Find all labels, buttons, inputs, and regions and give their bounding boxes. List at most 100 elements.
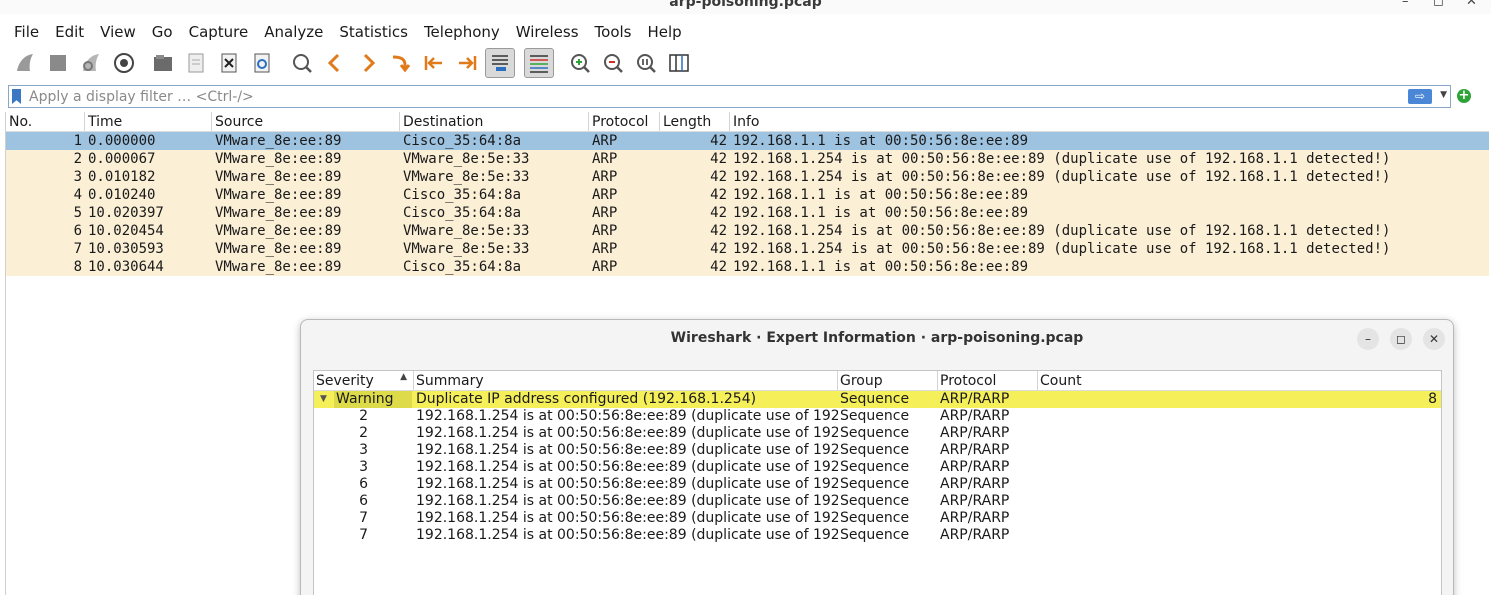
packet-cell-time: 0.000000 bbox=[88, 133, 156, 149]
display-filter-input[interactable] bbox=[29, 87, 1399, 106]
packet-row[interactable]: 8 10.030644 VMware_8e:ee:89 Cisco_35:64:8a A… bbox=[6, 258, 1489, 276]
expert-cell-protocol: ARP/RARP bbox=[940, 527, 1010, 543]
chevron-down-icon[interactable]: ▼ bbox=[1440, 90, 1447, 100]
packet-row[interactable]: 6 10.020454 VMware_8e:ee:89 VMware_8e:5e:33… bbox=[6, 222, 1489, 240]
packet-cell-time: 0.010240 bbox=[88, 187, 156, 203]
go-back-icon[interactable] bbox=[320, 48, 350, 78]
expert-cell-group: Sequence bbox=[840, 459, 910, 475]
column-severity[interactable]: Severity ▲ bbox=[314, 371, 414, 390]
packet-row[interactable]: 1 0.000000 VMware_8e:ee:89 Cisco_35:64:8a AR… bbox=[6, 132, 1489, 150]
column-summary[interactable]: Summary bbox=[414, 371, 838, 390]
column-protocol[interactable]: Protocol bbox=[938, 371, 1038, 390]
expert-packet-row[interactable]: 7 192.168.1.254 is at 00:50:56:8e:ee:89 (… bbox=[314, 527, 1441, 544]
packet-cell-proto: ARP bbox=[592, 205, 618, 221]
expert-packet-row[interactable]: 2 192.168.1.254 is at 00:50:56:8e:ee:89 (… bbox=[314, 408, 1441, 425]
expert-child-rows: 2 192.168.1.254 is at 00:50:56:8e:ee:89 (… bbox=[314, 408, 1441, 544]
warning-group-row[interactable]: ▼ Warning Duplicate IP address configure… bbox=[314, 391, 1441, 408]
expert-packet-row[interactable]: 6 192.168.1.254 is at 00:50:56:8e:ee:89 (… bbox=[314, 476, 1441, 493]
expert-cell-packet: 7 bbox=[359, 510, 368, 526]
expand-arrow-icon[interactable]: ▼ bbox=[320, 391, 327, 408]
dialog-maximize-icon[interactable]: ◻ bbox=[1390, 328, 1412, 350]
normal-size-icon[interactable] bbox=[631, 48, 661, 78]
go-first-packet-icon[interactable] bbox=[419, 48, 449, 78]
bookmark-icon[interactable] bbox=[12, 89, 21, 104]
menu-go[interactable]: Go bbox=[144, 20, 181, 44]
column-destination[interactable]: Destination bbox=[400, 112, 589, 131]
column-no[interactable]: No. bbox=[6, 112, 85, 131]
menu-capture[interactable]: Capture bbox=[181, 20, 257, 44]
packet-cell-info: 192.168.1.254 is at 00:50:56:8e:ee:89 (d… bbox=[733, 223, 1391, 239]
menu-telephony[interactable]: Telephony bbox=[416, 20, 508, 44]
minimize-icon[interactable]: – bbox=[1402, 0, 1409, 9]
packet-cell-dst: VMware_8e:5e:33 bbox=[403, 223, 530, 239]
menu-tools[interactable]: Tools bbox=[587, 20, 640, 44]
capture-options-icon[interactable] bbox=[109, 48, 139, 78]
dialog-minimize-icon[interactable]: – bbox=[1357, 328, 1379, 350]
column-count[interactable]: Count bbox=[1038, 371, 1441, 390]
menu-help[interactable]: Help bbox=[639, 20, 689, 44]
apply-filter-arrow-icon[interactable]: ⇨ bbox=[1408, 89, 1432, 104]
zoom-in-icon[interactable] bbox=[565, 48, 595, 78]
expert-cell-packet: 7 bbox=[359, 527, 368, 543]
packet-cell-src: VMware_8e:ee:89 bbox=[215, 241, 342, 257]
packet-cell-time: 10.030593 bbox=[88, 241, 164, 257]
go-last-packet-icon[interactable] bbox=[452, 48, 482, 78]
column-length[interactable]: Length bbox=[660, 112, 730, 131]
packet-cell-proto: ARP bbox=[592, 169, 618, 185]
expert-cell-protocol: ARP/RARP bbox=[940, 493, 1010, 509]
menu-analyze[interactable]: Analyze bbox=[256, 20, 331, 44]
packet-cell-info: 192.168.1.1 is at 00:50:56:8e:ee:89 bbox=[733, 187, 1029, 203]
expert-packet-row[interactable]: 2 192.168.1.254 is at 00:50:56:8e:ee:89 (… bbox=[314, 425, 1441, 442]
expert-packet-row[interactable]: 3 192.168.1.254 is at 00:50:56:8e:ee:89 (… bbox=[314, 442, 1441, 459]
open-file-icon[interactable] bbox=[148, 48, 178, 78]
expert-cell-group: Sequence bbox=[840, 493, 910, 509]
expert-packet-row[interactable]: 6 192.168.1.254 is at 00:50:56:8e:ee:89 (… bbox=[314, 493, 1441, 510]
column-group[interactable]: Group bbox=[838, 371, 938, 390]
menu-file[interactable]: File bbox=[6, 20, 47, 44]
dialog-close-icon[interactable]: ✕ bbox=[1423, 328, 1445, 350]
packet-cell-no: 6 bbox=[73, 223, 82, 239]
close-icon[interactable]: ✕ bbox=[1466, 0, 1477, 9]
menu-statistics[interactable]: Statistics bbox=[331, 20, 416, 44]
severity-warning-badge: Warning bbox=[334, 391, 412, 408]
reload-file-icon[interactable] bbox=[247, 48, 277, 78]
find-packet-icon[interactable] bbox=[287, 48, 317, 78]
go-to-packet-icon[interactable] bbox=[386, 48, 416, 78]
auto-scroll-icon[interactable] bbox=[485, 48, 515, 78]
expert-info-dialog: Wireshark · Expert Information · arp-poi… bbox=[300, 319, 1454, 595]
packet-cell-proto: ARP bbox=[592, 223, 618, 239]
start-capture-icon[interactable] bbox=[10, 48, 40, 78]
expert-packet-row[interactable]: 7 192.168.1.254 is at 00:50:56:8e:ee:89 (… bbox=[314, 510, 1441, 527]
packet-cell-info: 192.168.1.1 is at 00:50:56:8e:ee:89 bbox=[733, 259, 1029, 275]
packet-cell-dst: Cisco_35:64:8a bbox=[403, 259, 522, 275]
zoom-out-icon[interactable] bbox=[598, 48, 628, 78]
menu-edit[interactable]: Edit bbox=[47, 20, 92, 44]
packet-row[interactable]: 4 0.010240 VMware_8e:ee:89 Cisco_35:64:8a AR… bbox=[6, 186, 1489, 204]
column-time[interactable]: Time bbox=[85, 112, 212, 131]
expert-cell-protocol: ARP/RARP bbox=[940, 459, 1010, 475]
menu-wireless[interactable]: Wireless bbox=[508, 20, 587, 44]
packet-row[interactable]: 3 0.010182 VMware_8e:ee:89 VMware_8e:5e:33 A… bbox=[6, 168, 1489, 186]
main-toolbar bbox=[8, 46, 1488, 78]
packet-cell-no: 4 bbox=[73, 187, 82, 203]
packet-row[interactable]: 5 10.020397 VMware_8e:ee:89 Cisco_35:64:8a A… bbox=[6, 204, 1489, 222]
packet-row[interactable]: 7 10.030593 VMware_8e:ee:89 VMware_8e:5e:33… bbox=[6, 240, 1489, 258]
packet-row[interactable]: 2 0.000067 VMware_8e:ee:89 VMware_8e:5e:33 A… bbox=[6, 150, 1489, 168]
add-filter-button-icon[interactable]: + bbox=[1457, 89, 1471, 103]
column-info[interactable]: Info bbox=[730, 112, 1489, 131]
colorize-icon[interactable] bbox=[524, 48, 554, 78]
menu-view[interactable]: View bbox=[92, 20, 144, 44]
packet-cell-dst: Cisco_35:64:8a bbox=[403, 133, 522, 149]
packet-cell-no: 7 bbox=[73, 241, 82, 257]
maximize-icon[interactable]: ◻ bbox=[1433, 0, 1444, 9]
stop-capture-icon[interactable] bbox=[43, 48, 73, 78]
go-forward-icon[interactable] bbox=[353, 48, 383, 78]
column-source[interactable]: Source bbox=[212, 112, 400, 131]
expert-cell-packet: 6 bbox=[359, 493, 368, 509]
close-file-icon[interactable] bbox=[214, 48, 244, 78]
expert-packet-row[interactable]: 3 192.168.1.254 is at 00:50:56:8e:ee:89 (… bbox=[314, 459, 1441, 476]
save-file-icon[interactable] bbox=[181, 48, 211, 78]
resize-columns-icon[interactable] bbox=[664, 48, 694, 78]
restart-capture-icon[interactable] bbox=[76, 48, 106, 78]
column-protocol[interactable]: Protocol bbox=[589, 112, 660, 131]
